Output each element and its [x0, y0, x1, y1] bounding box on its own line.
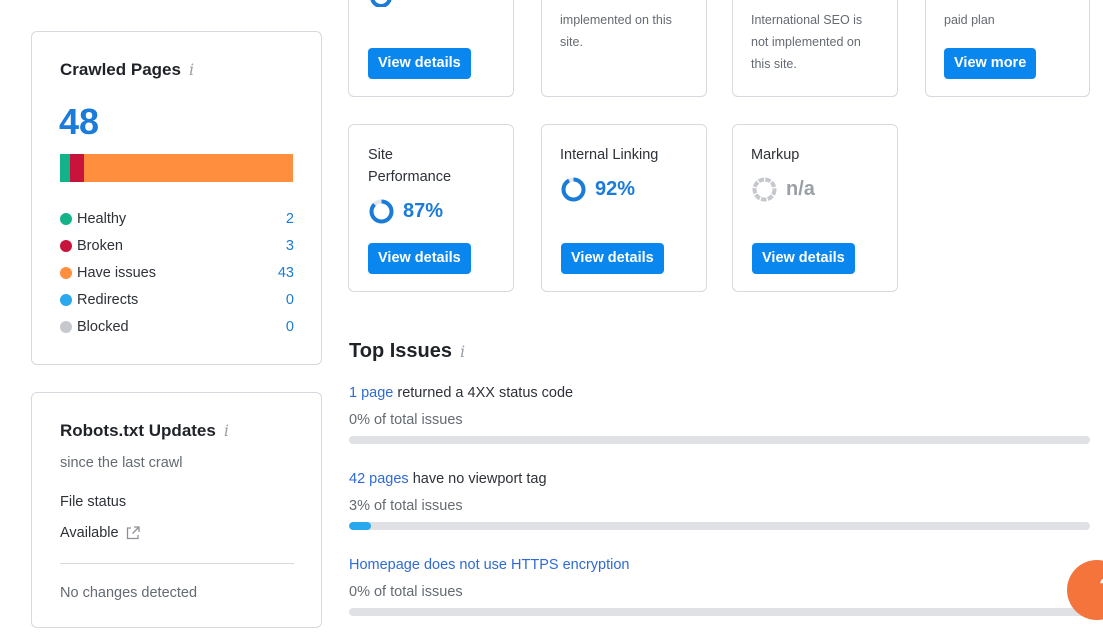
card-label: Site Performance	[368, 147, 452, 185]
legend-dot-icon	[60, 240, 72, 252]
legend-dot-icon	[60, 267, 72, 279]
card-description: implemented on this site.	[560, 13, 672, 49]
top-card-4: paid plan View more	[925, 0, 1090, 97]
view-more-button[interactable]: View more	[944, 48, 1037, 79]
bar-segment-healthy[interactable]	[60, 154, 70, 182]
issue-progress-bar	[349, 522, 1090, 530]
score-value: n/a	[752, 177, 815, 202]
legend-label: Redirects	[77, 292, 139, 308]
card-title: Robots.txt Updates i	[60, 421, 229, 440]
legend-label: Blocked	[77, 319, 129, 335]
legend-label: Broken	[77, 238, 123, 254]
score-ring-icon	[369, 199, 394, 224]
issue-progress-bar	[349, 608, 1090, 616]
legend-row-healthy[interactable]: Healthy 2	[60, 211, 294, 227]
crawled-stacked-bar	[60, 154, 293, 182]
score-value: 87%	[369, 199, 443, 224]
changes-status: No changes detected	[60, 585, 198, 601]
issue-percent: 3% of total issues	[349, 498, 463, 514]
card-label: Markup	[751, 147, 800, 163]
legend-row-blocked[interactable]: Blocked 0	[60, 319, 294, 335]
top-card-3: International SEO is not implemented on …	[732, 0, 898, 97]
external-link-icon[interactable]	[125, 525, 141, 541]
issue-percent: 0% of total issues	[349, 412, 463, 428]
legend-label: Have issues	[77, 265, 156, 281]
issue-title: 42 pages have no viewport tag	[349, 471, 547, 487]
legend-row-redirects[interactable]: Redirects 0	[60, 292, 294, 308]
file-status-label: File status	[60, 494, 127, 510]
file-status-value[interactable]: Available	[60, 525, 141, 541]
site-performance-card: Site Performance 87% View details	[348, 124, 514, 292]
legend-row-have-issues[interactable]: Have issues 43	[60, 265, 294, 281]
info-icon[interactable]: i	[460, 342, 465, 361]
issue-title: Homepage does not use HTTPS encryption	[349, 557, 629, 573]
legend-dot-icon	[60, 321, 72, 333]
issue-link[interactable]: Homepage does not use HTTPS encryption	[349, 557, 629, 573]
top-card-2: implemented on this site.	[541, 0, 707, 97]
legend-row-broken[interactable]: Broken 3	[60, 238, 294, 254]
card-description: paid plan	[944, 13, 995, 27]
markup-card: Markup n/a View details	[732, 124, 898, 292]
view-details-button[interactable]: View details	[752, 243, 855, 274]
info-icon[interactable]: i	[224, 421, 229, 440]
score-value: 92%	[561, 177, 635, 202]
legend-dot-icon	[60, 294, 72, 306]
view-details-button[interactable]: View details	[368, 48, 471, 79]
crawled-total[interactable]: 48	[59, 101, 99, 143]
score-ring-icon	[561, 177, 586, 202]
internal-linking-card: Internal Linking 92% View details	[541, 124, 707, 292]
legend-value[interactable]: 3	[286, 238, 294, 254]
issue-link[interactable]: 42 pages	[349, 471, 409, 487]
legend-dot-icon	[60, 213, 72, 225]
robots-card: Robots.txt Updates i since the last crawl…	[31, 392, 322, 628]
view-details-button[interactable]: View details	[368, 243, 471, 274]
view-details-button[interactable]: View details	[561, 243, 664, 274]
issue-progress-bar	[349, 436, 1090, 444]
legend-value[interactable]: 0	[286, 292, 294, 308]
card-title: Crawled Pages i	[60, 60, 195, 79]
card-description: International SEO is not implemented on …	[751, 13, 863, 71]
bar-segment-have-issues[interactable]	[84, 154, 293, 182]
top-issues-title: Top Issues i	[349, 340, 466, 362]
top-card-1: View details	[348, 0, 514, 97]
legend-value[interactable]: 2	[286, 211, 294, 227]
divider	[60, 563, 294, 564]
robots-subtitle: since the last crawl	[60, 455, 183, 471]
score-ring-na-icon	[752, 177, 777, 202]
issue-link[interactable]: 1 page	[349, 385, 393, 401]
crawled-pages-card: Crawled Pages i 48	[31, 31, 322, 365]
card-label: Internal Linking	[560, 147, 659, 163]
bar-segment-broken[interactable]	[69, 154, 85, 182]
issue-title: 1 page returned a 4XX status code	[349, 385, 574, 401]
info-icon[interactable]: i	[189, 60, 194, 79]
legend-value[interactable]: 0	[286, 319, 294, 335]
score-ring-icon	[370, 0, 392, 7]
issue-percent: 0% of total issues	[349, 584, 463, 600]
legend-label: Healthy	[77, 211, 127, 227]
legend-value[interactable]: 43	[278, 265, 294, 281]
